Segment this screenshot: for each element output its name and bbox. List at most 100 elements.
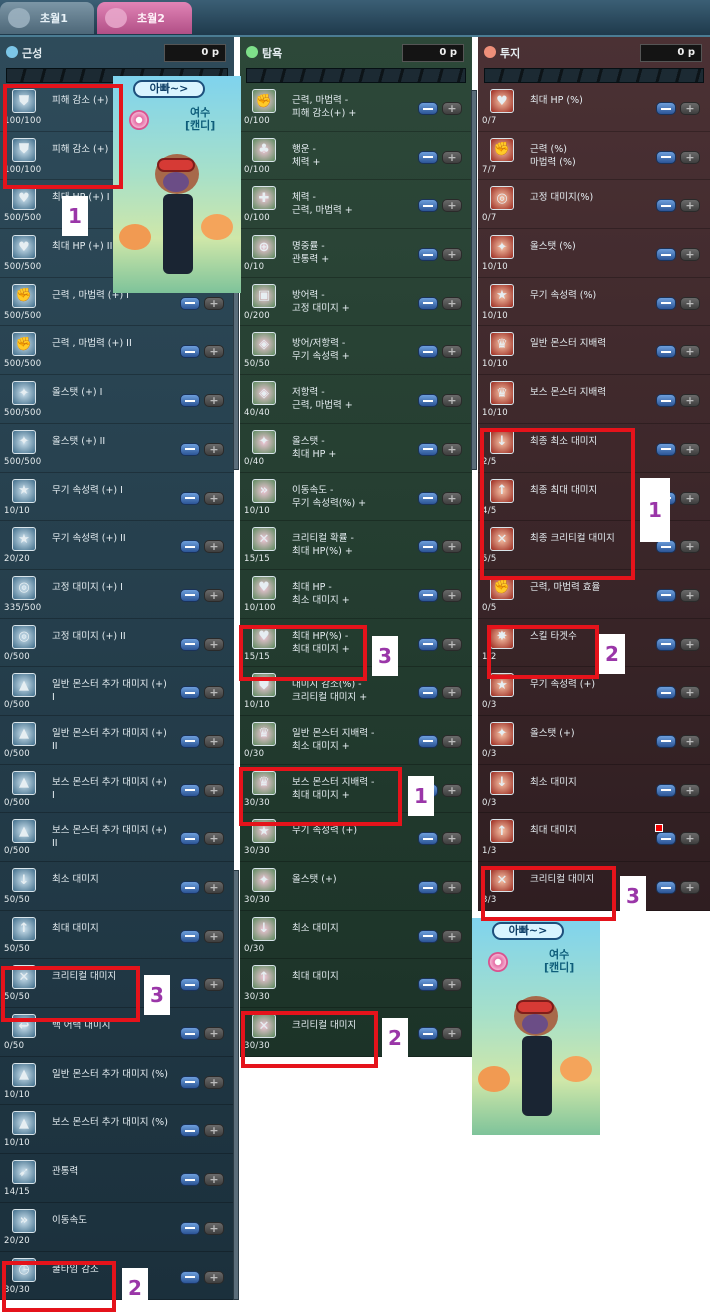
decrease-button[interactable]: [656, 345, 676, 359]
increase-button[interactable]: +: [204, 296, 224, 310]
increase-button[interactable]: +: [442, 491, 462, 505]
increase-button[interactable]: +: [204, 832, 224, 846]
increase-button[interactable]: +: [204, 783, 224, 797]
increase-button[interactable]: +: [204, 1221, 224, 1235]
decrease-button[interactable]: [418, 929, 438, 943]
decrease-button[interactable]: [418, 102, 438, 115]
increase-button[interactable]: +: [204, 637, 224, 651]
decrease-button[interactable]: [180, 1173, 200, 1187]
scrollbar[interactable]: [471, 90, 477, 470]
increase-button[interactable]: +: [204, 1124, 224, 1138]
increase-button[interactable]: +: [442, 345, 462, 359]
decrease-button[interactable]: [418, 637, 438, 651]
increase-button[interactable]: +: [442, 442, 462, 456]
decrease-button[interactable]: [418, 491, 438, 505]
increase-button[interactable]: +: [204, 1270, 224, 1284]
increase-button[interactable]: +: [680, 881, 700, 894]
decrease-button[interactable]: [418, 832, 438, 846]
increase-button[interactable]: +: [204, 1173, 224, 1187]
increase-button[interactable]: +: [442, 588, 462, 602]
decrease-button[interactable]: [418, 345, 438, 359]
decrease-button[interactable]: [418, 881, 438, 894]
decrease-button[interactable]: [180, 1221, 200, 1235]
decrease-button[interactable]: [418, 442, 438, 456]
decrease-button[interactable]: [656, 637, 676, 651]
increase-button[interactable]: +: [442, 734, 462, 748]
decrease-button[interactable]: [180, 1027, 200, 1041]
decrease-button[interactable]: [656, 102, 676, 115]
increase-button[interactable]: +: [204, 394, 224, 408]
tab-transcend-2[interactable]: 초월2: [97, 2, 192, 34]
increase-button[interactable]: +: [204, 442, 224, 456]
increase-button[interactable]: +: [442, 394, 462, 408]
increase-button[interactable]: +: [204, 540, 224, 554]
increase-button[interactable]: +: [442, 783, 462, 797]
increase-button[interactable]: +: [680, 150, 700, 164]
increase-button[interactable]: +: [442, 832, 462, 846]
increase-button[interactable]: +: [680, 783, 700, 797]
decrease-button[interactable]: [418, 150, 438, 164]
decrease-button[interactable]: [180, 1075, 200, 1089]
increase-button[interactable]: +: [442, 978, 462, 992]
decrease-button[interactable]: [418, 199, 438, 213]
decrease-button[interactable]: [180, 442, 200, 456]
increase-button[interactable]: +: [680, 491, 700, 505]
increase-button[interactable]: +: [442, 929, 462, 943]
decrease-button[interactable]: [656, 150, 676, 164]
increase-button[interactable]: +: [442, 1027, 462, 1041]
decrease-button[interactable]: [418, 296, 438, 310]
increase-button[interactable]: +: [680, 734, 700, 748]
decrease-button[interactable]: [418, 1027, 438, 1041]
decrease-button[interactable]: [656, 686, 676, 700]
increase-button[interactable]: +: [204, 734, 224, 748]
decrease-button[interactable]: [656, 394, 676, 408]
decrease-button[interactable]: [180, 881, 200, 894]
decrease-button[interactable]: [180, 832, 200, 846]
increase-button[interactable]: +: [680, 686, 700, 700]
increase-button[interactable]: +: [204, 686, 224, 700]
decrease-button[interactable]: [656, 442, 676, 456]
decrease-button[interactable]: [656, 296, 676, 310]
decrease-button[interactable]: [180, 734, 200, 748]
decrease-button[interactable]: [418, 734, 438, 748]
increase-button[interactable]: +: [442, 637, 462, 651]
decrease-button[interactable]: [180, 296, 200, 310]
increase-button[interactable]: +: [680, 540, 700, 554]
increase-button[interactable]: +: [204, 1027, 224, 1041]
decrease-button[interactable]: [656, 199, 676, 213]
increase-button[interactable]: +: [442, 102, 462, 115]
decrease-button[interactable]: [656, 832, 676, 846]
increase-button[interactable]: +: [442, 199, 462, 213]
decrease-button[interactable]: [656, 881, 676, 894]
increase-button[interactable]: +: [680, 345, 700, 359]
decrease-button[interactable]: [656, 588, 676, 602]
increase-button[interactable]: +: [680, 442, 700, 456]
increase-button[interactable]: +: [680, 832, 700, 846]
decrease-button[interactable]: [180, 637, 200, 651]
increase-button[interactable]: +: [680, 637, 700, 651]
decrease-button[interactable]: [180, 588, 200, 602]
increase-button[interactable]: +: [680, 248, 700, 262]
increase-button[interactable]: +: [204, 1075, 224, 1089]
increase-button[interactable]: +: [204, 345, 224, 359]
decrease-button[interactable]: [656, 248, 676, 262]
decrease-button[interactable]: [180, 394, 200, 408]
decrease-button[interactable]: [418, 588, 438, 602]
decrease-button[interactable]: [656, 540, 676, 554]
increase-button[interactable]: +: [204, 978, 224, 992]
decrease-button[interactable]: [180, 978, 200, 992]
increase-button[interactable]: +: [442, 686, 462, 700]
decrease-button[interactable]: [418, 394, 438, 408]
decrease-button[interactable]: [180, 1270, 200, 1284]
decrease-button[interactable]: [180, 686, 200, 700]
decrease-button[interactable]: [656, 783, 676, 797]
increase-button[interactable]: +: [680, 588, 700, 602]
increase-button[interactable]: +: [442, 248, 462, 262]
decrease-button[interactable]: [418, 540, 438, 554]
decrease-button[interactable]: [180, 929, 200, 943]
increase-button[interactable]: +: [204, 929, 224, 943]
decrease-button[interactable]: [180, 540, 200, 554]
decrease-button[interactable]: [418, 686, 438, 700]
increase-button[interactable]: +: [442, 881, 462, 894]
increase-button[interactable]: +: [204, 588, 224, 602]
